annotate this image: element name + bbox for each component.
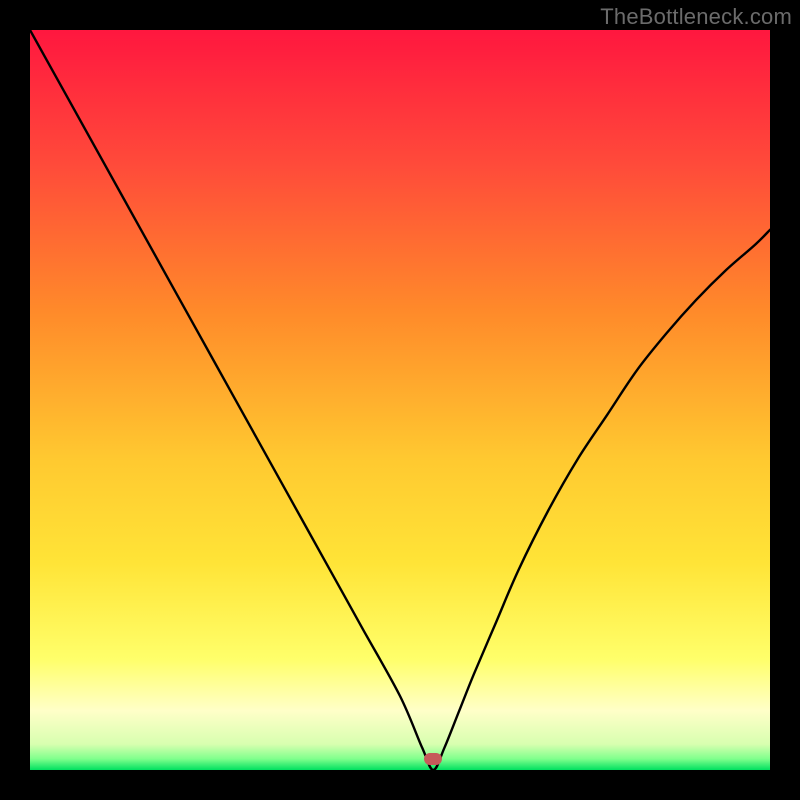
bottleneck-curve xyxy=(30,30,770,770)
plot-area xyxy=(30,30,770,770)
chart-frame: TheBottleneck.com xyxy=(0,0,800,800)
watermark-text: TheBottleneck.com xyxy=(600,4,792,30)
optimal-point-marker xyxy=(424,753,442,765)
